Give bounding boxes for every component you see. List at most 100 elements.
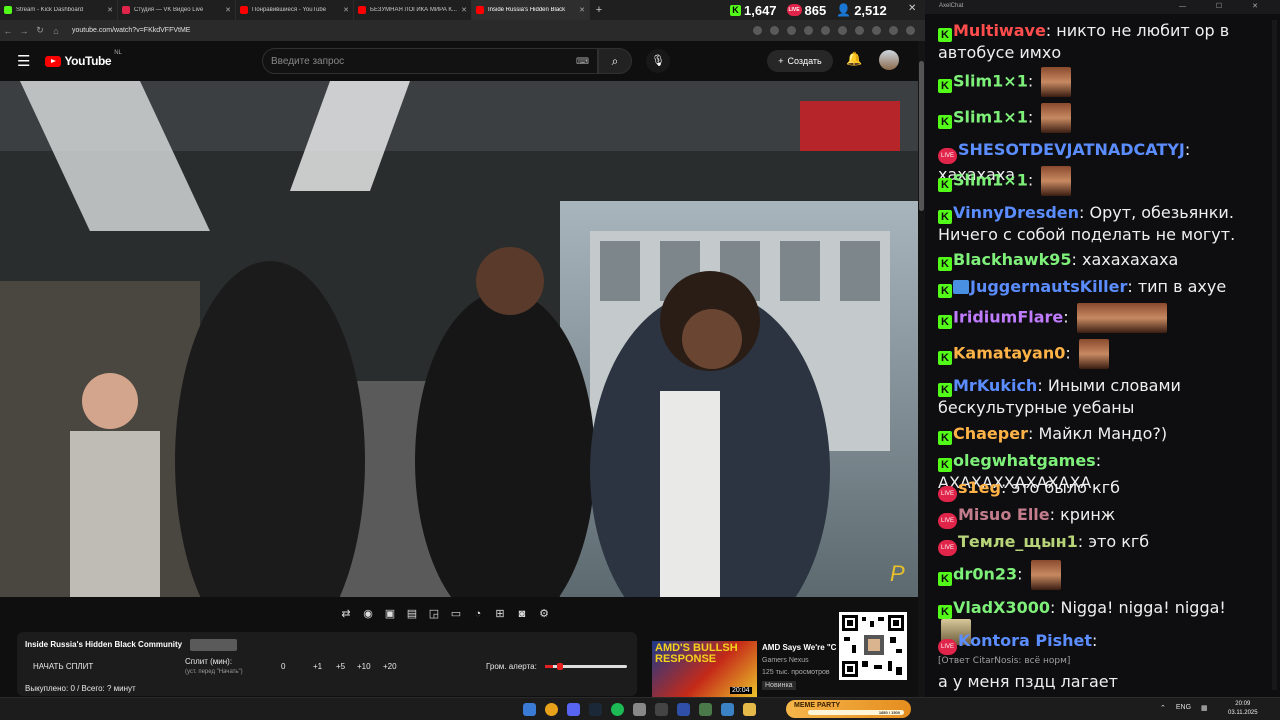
- chat-username[interactable]: VladX3000: [953, 598, 1050, 617]
- loop-icon[interactable]: ⇄: [338, 607, 354, 621]
- bookmark-star-icon[interactable]: [787, 26, 796, 35]
- chat-username[interactable]: SHESOTDEVJATNADCATYJ: [958, 140, 1185, 159]
- close-tab-icon[interactable]: ✕: [579, 6, 585, 14]
- split-value[interactable]: 0: [281, 662, 285, 671]
- chat-username[interactable]: Slim1×1: [953, 72, 1028, 91]
- extension-icon[interactable]: [753, 26, 762, 35]
- discord-icon[interactable]: [567, 703, 580, 716]
- chat-message-list[interactable]: K Multiwave: никто не любит ор в автобусе…: [925, 15, 1280, 697]
- close-tab-icon[interactable]: ✕: [225, 6, 231, 14]
- gear-icon[interactable]: ⚙: [536, 607, 552, 621]
- resize-icon[interactable]: ◲: [426, 607, 442, 621]
- extension-icon[interactable]: [838, 26, 847, 35]
- profile-icon[interactable]: [889, 26, 898, 35]
- url-field[interactable]: youtube.com/watch?v=FKkdVFFVtME: [72, 27, 753, 34]
- obs-icon[interactable]: [655, 703, 668, 716]
- tab-active-video[interactable]: Inside Russia's Hidden Black ✕: [472, 0, 590, 20]
- windows-start-icon[interactable]: [523, 703, 536, 716]
- home-icon[interactable]: ⌂: [48, 26, 64, 36]
- steam-icon[interactable]: [589, 703, 602, 716]
- search-button[interactable]: ⌕: [598, 48, 632, 74]
- chat-username[interactable]: Slim1×1: [953, 171, 1028, 190]
- extension-icon[interactable]: [821, 26, 830, 35]
- keyboard-icon[interactable]: ⌨: [576, 56, 589, 67]
- scrollbar-thumb[interactable]: [919, 61, 924, 211]
- hamburger-menu-icon[interactable]: ☰: [17, 52, 30, 70]
- close-tab-icon[interactable]: ✕: [107, 6, 113, 14]
- slider-handle[interactable]: [557, 663, 564, 670]
- chat-username[interactable]: Chaeper: [953, 424, 1028, 443]
- create-button[interactable]: + Создать: [767, 50, 833, 72]
- theater-icon[interactable]: ▭: [448, 607, 464, 621]
- chat-username[interactable]: Kontora Pishet: [958, 631, 1092, 650]
- chevron-up-icon[interactable]: ⌃: [1160, 704, 1166, 712]
- start-split-button[interactable]: НАЧАТЬ СПЛИТ: [33, 662, 93, 671]
- chat-username[interactable]: dr0n23: [953, 565, 1017, 584]
- recommended-video-title[interactable]: AMD Says We're "C: [762, 643, 842, 652]
- app-icon[interactable]: [721, 703, 734, 716]
- chat-scrollbar[interactable]: [1272, 20, 1277, 690]
- extension-icon[interactable]: [855, 26, 864, 35]
- plus-5-button[interactable]: +5: [336, 662, 345, 671]
- kick-icon: K: [938, 78, 952, 93]
- extension-icon[interactable]: [770, 26, 779, 35]
- spotify-icon[interactable]: [611, 703, 624, 716]
- plus-1-button[interactable]: +1: [313, 662, 322, 671]
- plus-10-button[interactable]: +10: [357, 662, 371, 671]
- app-icon[interactable]: [677, 703, 690, 716]
- extension-icon[interactable]: [804, 26, 813, 35]
- forward-icon[interactable]: →: [16, 26, 32, 36]
- language-indicator[interactable]: ENG: [1176, 704, 1191, 712]
- alert-volume-slider[interactable]: [545, 663, 627, 670]
- app-icon[interactable]: [699, 703, 712, 716]
- tab-youtube-liked[interactable]: Понравившиеся - YouTube ✕: [236, 0, 354, 20]
- meme-party-widget[interactable]: MEME PARTY 1850 / 1500: [786, 700, 911, 718]
- chat-username[interactable]: Темле_щын1: [958, 532, 1078, 551]
- avatar[interactable]: [879, 50, 899, 70]
- channel-name[interactable]: Gamers Nexus: [762, 657, 809, 664]
- tab-vk-studio[interactable]: Студия — VK Видео Live ✕: [118, 0, 236, 20]
- video-tag[interactable]: [190, 639, 237, 651]
- new-tab-button[interactable]: +: [590, 4, 608, 16]
- youtube-logo[interactable]: YouTube NL: [45, 50, 122, 68]
- chat-username[interactable]: Kamatayan0: [953, 344, 1065, 363]
- page-scrollbar[interactable]: [918, 41, 925, 697]
- chat-username[interactable]: Blackhawk95: [953, 250, 1071, 269]
- notifications-bell-icon[interactable]: 🔔: [846, 51, 862, 67]
- network-icon[interactable]: ▦: [1201, 704, 1208, 712]
- download-icon[interactable]: [872, 26, 881, 35]
- folder-icon[interactable]: [743, 703, 756, 716]
- chrome-icon[interactable]: [545, 703, 558, 716]
- window-controls[interactable]: — ☐ ✕: [1179, 2, 1272, 10]
- add-icon[interactable]: ⊞: [492, 607, 508, 621]
- audio-icon[interactable]: ◉: [360, 607, 376, 621]
- tab-crazy-logic[interactable]: БЕЗУМНАЯ ЛОГИКА МИРА К... ✕: [354, 0, 472, 20]
- close-tab-icon[interactable]: ✕: [461, 6, 467, 14]
- tab-kick-dashboard[interactable]: Stream - Kick Dashboard ✕: [0, 0, 118, 20]
- close-window-icon[interactable]: ✕: [908, 3, 916, 14]
- app-icon[interactable]: [633, 703, 646, 716]
- clapper-icon[interactable]: ▤: [404, 607, 420, 621]
- plus-20-button[interactable]: +20: [383, 662, 397, 671]
- speed-icon[interactable]: ◔: [470, 607, 486, 621]
- menu-icon[interactable]: [906, 26, 915, 35]
- chat-username[interactable]: IridiumFlare: [953, 308, 1063, 327]
- camera-icon[interactable]: ◙: [514, 607, 530, 621]
- chat-username[interactable]: olegwhatgames: [953, 451, 1096, 470]
- voice-search-button[interactable]: 🎙: [646, 49, 670, 73]
- clock[interactable]: 20:09 03.11.2025: [1228, 700, 1258, 718]
- video-player[interactable]: P: [0, 81, 918, 597]
- chat-username[interactable]: JuggernautsKiller: [970, 277, 1127, 296]
- back-icon[interactable]: ←: [0, 26, 16, 36]
- vk-live-icon: LIVE: [938, 486, 957, 502]
- chat-username[interactable]: Slim1×1: [953, 108, 1028, 127]
- chat-username[interactable]: VinnyDresden: [953, 203, 1079, 222]
- chat-username[interactable]: Misuo Elle: [958, 505, 1050, 524]
- screenshot-icon[interactable]: ▣: [382, 607, 398, 621]
- chat-username[interactable]: Multiwave: [953, 21, 1046, 40]
- chat-username[interactable]: s1eg: [958, 478, 1001, 497]
- close-tab-icon[interactable]: ✕: [343, 6, 349, 14]
- chat-username[interactable]: MrKukich: [953, 376, 1037, 395]
- reload-icon[interactable]: ↻: [32, 25, 48, 36]
- search-input[interactable]: Введите запрос ⌨: [262, 48, 598, 74]
